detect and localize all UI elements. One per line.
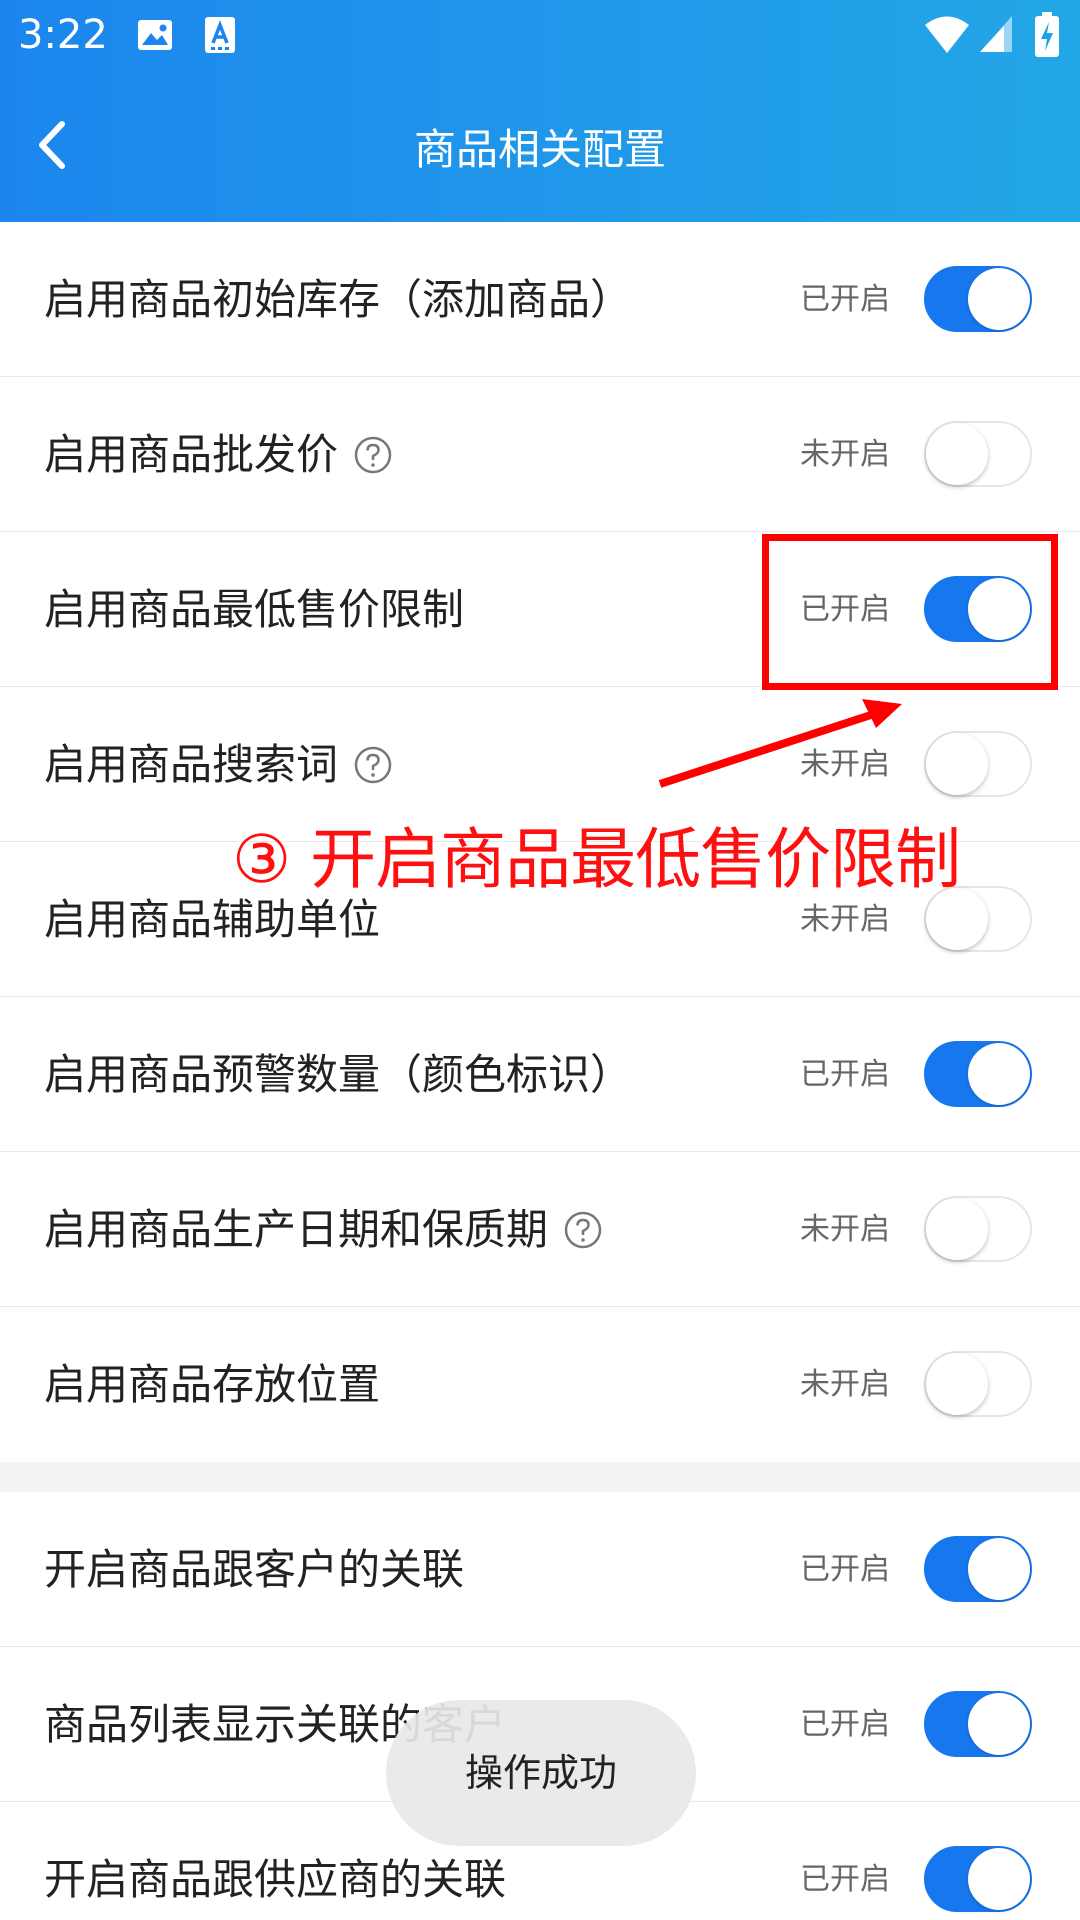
setting-label: 开启商品跟客户的关联	[44, 1545, 465, 1594]
setting-status: 未开启	[800, 437, 890, 472]
setting-label-with-help: 启用商品批发价	[44, 377, 392, 532]
setting-row-warning-qty: 启用商品预警数量（颜色标识） 已开启	[0, 997, 1080, 1152]
setting-status: 已开启	[800, 1862, 890, 1897]
setting-status: 未开启	[800, 1212, 890, 1247]
toggle-switch[interactable]	[924, 731, 1032, 797]
setting-label: 启用商品搜索词	[44, 740, 339, 789]
toggle-knob	[926, 1353, 988, 1415]
toggle-knob	[968, 1693, 1030, 1755]
toggle-switch[interactable]	[924, 266, 1032, 332]
app-header: 3:22 商品相关配置	[0, 0, 1080, 222]
section-divider	[0, 1462, 1080, 1492]
signal-icon	[980, 16, 1012, 52]
setting-label: 启用商品存放位置	[44, 1360, 381, 1409]
a-icon	[205, 17, 235, 53]
toggle-knob	[926, 423, 988, 485]
toggle-switch[interactable]	[924, 1196, 1032, 1262]
toggle-knob	[968, 1848, 1030, 1910]
setting-label: 启用商品初始库存（添加商品）	[44, 275, 633, 324]
setting-label: 启用商品最低售价限制	[44, 585, 465, 634]
setting-label-with-help: 启用商品生产日期和保质期	[44, 1152, 602, 1307]
setting-status: 已开启	[800, 1057, 890, 1092]
setting-label: 启用商品批发价	[44, 430, 339, 479]
toggle-switch[interactable]	[924, 421, 1032, 487]
help-icon[interactable]	[354, 436, 392, 474]
wifi-icon	[925, 16, 969, 53]
setting-row-customer-link: 开启商品跟客户的关联 已开启	[0, 1492, 1080, 1647]
annotation-highlight-box	[762, 534, 1058, 690]
toast-message: 操作成功	[386, 1700, 696, 1846]
toggle-knob	[926, 1198, 988, 1260]
toggle-switch[interactable]	[924, 1351, 1032, 1417]
status-time: 3:22	[18, 12, 108, 58]
toggle-switch[interactable]	[924, 1691, 1032, 1757]
toggle-switch[interactable]	[924, 1846, 1032, 1912]
status-bar: 3:22	[0, 0, 1080, 75]
setting-status: 已开启	[800, 1707, 890, 1742]
setting-label: 启用商品生产日期和保质期	[44, 1205, 549, 1254]
toggle-knob	[968, 1043, 1030, 1105]
setting-row-production-date: 启用商品生产日期和保质期 未开启	[0, 1152, 1080, 1307]
setting-row-initial-stock: 启用商品初始库存（添加商品） 已开启	[0, 222, 1080, 377]
toggle-switch[interactable]	[924, 1041, 1032, 1107]
toggle-knob	[968, 1538, 1030, 1600]
toggle-knob	[968, 268, 1030, 330]
setting-status: 已开启	[800, 1552, 890, 1587]
setting-row-storage-location: 启用商品存放位置 未开启	[0, 1307, 1080, 1462]
settings-list: 启用商品初始库存（添加商品） 已开启 启用商品批发价 未开启 启用商品最低售价限…	[0, 222, 1080, 1920]
setting-status: 已开启	[800, 282, 890, 317]
setting-row-wholesale-price: 启用商品批发价 未开启	[0, 377, 1080, 532]
setting-status: 未开启	[800, 1367, 890, 1402]
help-icon[interactable]	[354, 746, 392, 784]
setting-label: 启用商品预警数量（颜色标识）	[44, 1050, 633, 1099]
annotation-text: ③ 开启商品最低售价限制	[232, 821, 961, 898]
toggle-switch[interactable]	[924, 1536, 1032, 1602]
help-icon[interactable]	[564, 1211, 602, 1249]
battery-icon	[1035, 12, 1059, 57]
page-title: 商品相关配置	[413, 125, 666, 174]
image-icon	[138, 20, 172, 50]
toggle-knob	[926, 733, 988, 795]
